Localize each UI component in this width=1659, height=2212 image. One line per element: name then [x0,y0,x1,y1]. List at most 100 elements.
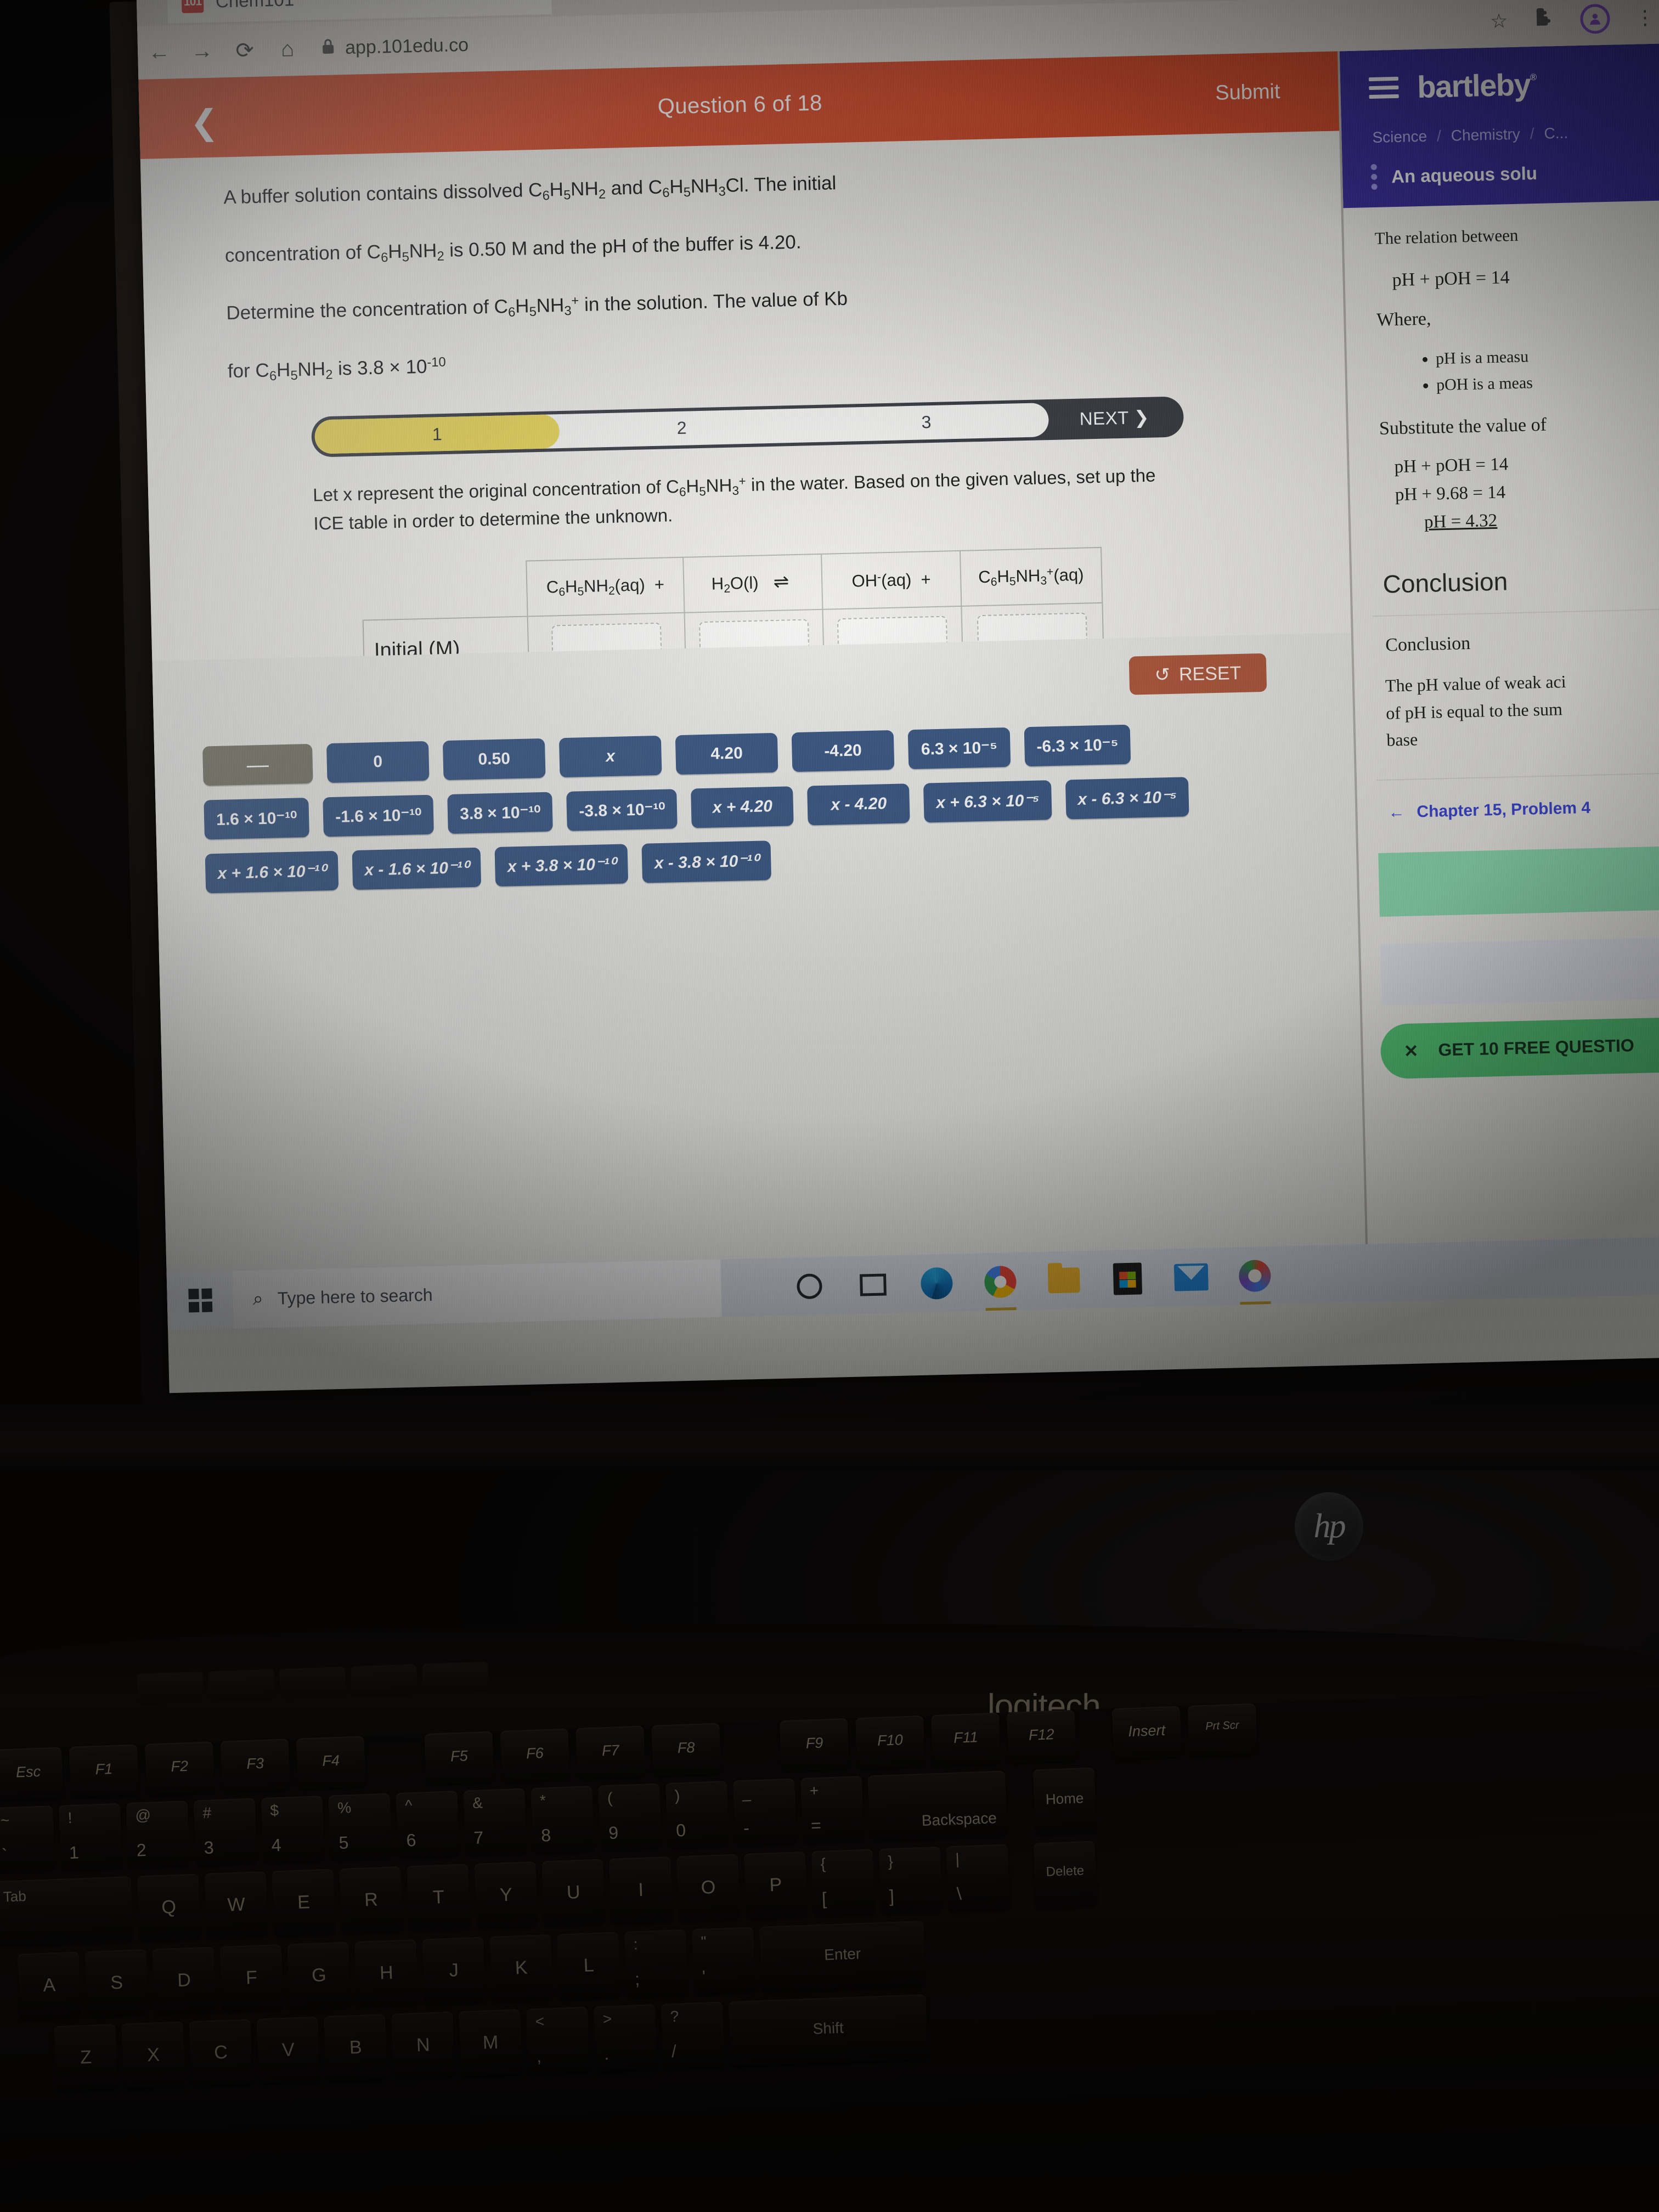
key-delete[interactable]: Delete [1033,1841,1097,1908]
key-tab[interactable]: Tab [0,1876,133,1946]
key-f11[interactable]: F11 [930,1712,1001,1766]
key-4[interactable]: $4 [261,1796,325,1863]
breadcrumb-item-truncated[interactable]: C... [1544,125,1568,143]
task-view-icon[interactable] [856,1267,890,1302]
answer-tile[interactable]: -3.8 × 10⁻¹⁰ [566,789,678,831]
key-3[interactable]: #3 [193,1798,257,1865]
get-free-questions-pill[interactable]: ✕ GET 10 FREE QUESTIO [1380,1017,1659,1079]
answer-tile[interactable]: x + 3.8 × 10⁻¹⁰ [494,844,629,887]
forward-icon[interactable]: → [180,38,224,64]
key-j[interactable]: J [422,1937,486,2004]
key-quote[interactable]: " ' [691,1927,756,1994]
step-1[interactable]: 1 [314,414,560,454]
answer-tile[interactable]: x + 6.3 × 10⁻⁵ [923,780,1052,823]
key-comma[interactable]: <, [526,2006,590,2074]
profile-avatar[interactable] [1579,3,1611,34]
taskbar-search-input[interactable]: ⌕ Type here to search [232,1259,722,1329]
key-bracket-right[interactable]: }] [878,1846,943,1914]
step-2[interactable]: 2 [559,415,804,441]
home-icon[interactable]: ⌂ [266,37,309,63]
google-meet-icon[interactable] [1238,1258,1272,1305]
url-input[interactable]: app.101edu.co [321,34,469,59]
close-icon[interactable]: ✕ [1403,1040,1419,1062]
key-print-screen[interactable]: Prt Scr [1187,1703,1257,1757]
key-slash[interactable]: ? / [661,2001,725,2069]
answer-tile[interactable]: -1.6 × 10⁻¹⁰ [323,794,435,837]
reload-icon[interactable]: ⟳ [223,37,267,64]
answer-tile[interactable]: x + 4.20 [691,786,794,828]
key-s[interactable]: S [84,1949,149,2017]
key-f7[interactable]: F7 [575,1725,646,1779]
start-button[interactable] [167,1288,233,1313]
step-3[interactable]: 3 [804,409,1049,435]
key-f8[interactable]: F8 [651,1723,721,1776]
key-backspace[interactable]: Backspace [867,1770,1007,1841]
key-c[interactable]: C [189,2019,253,2086]
key-f3[interactable]: F3 [220,1739,290,1792]
answer-tile[interactable]: x - 4.20 [807,783,911,826]
key-l[interactable]: L [557,1932,621,1999]
key-bracket-left[interactable]: {[ [811,1849,876,1916]
key-esc[interactable]: Esc [0,1747,64,1800]
edge-icon[interactable] [919,1266,954,1300]
key-k[interactable]: K [489,1934,554,2001]
key-f4[interactable]: F4 [296,1736,366,1789]
key-t[interactable]: T [407,1864,471,1931]
microsoft-store-icon[interactable] [1110,1261,1145,1296]
key-f[interactable]: F [219,1944,284,2012]
file-explorer-icon[interactable] [1047,1263,1081,1297]
key-8[interactable]: * 8 [531,1786,595,1853]
answer-tile[interactable]: x - 3.8 × 10⁻¹⁰ [641,840,771,883]
back-icon[interactable]: ← [138,40,181,65]
key-5[interactable]: % 5 [328,1793,392,1860]
key-f9[interactable]: F9 [780,1718,850,1771]
answer-tile[interactable]: 0 [326,741,430,783]
key-f2[interactable]: F2 [144,1741,215,1795]
key-insert[interactable]: Insert [1111,1706,1182,1759]
extensions-puzzle-icon[interactable] [1533,6,1555,33]
answer-tile[interactable]: 1.6 × 10⁻¹⁰ [204,798,310,840]
key-f5[interactable]: F5 [424,1731,494,1785]
bookmark-star-icon[interactable]: ☆ [1490,9,1508,33]
key-enter[interactable]: Enter [759,1921,926,1991]
key-w[interactable]: W [204,1871,268,1938]
key-1[interactable]: ! 1 [58,1803,123,1870]
key-g[interactable]: G [287,1942,351,2009]
answer-tile[interactable]: x [558,735,662,778]
key-f10[interactable]: F10 [855,1715,926,1769]
key-u[interactable]: U [541,1859,606,1926]
mail-icon[interactable] [1174,1260,1209,1294]
key-h[interactable]: H [354,1939,419,2007]
answer-tile[interactable]: 3.8 × 10⁻¹⁰ [447,792,554,834]
key-backslash[interactable]: | \ [946,1844,1010,1911]
answer-tile[interactable]: 6.3 × 10⁻⁵ [907,727,1011,770]
key-o[interactable]: O [676,1854,741,1921]
breadcrumb-item-science[interactable]: Science [1372,128,1427,146]
key-r[interactable]: R [339,1866,403,1933]
key-q[interactable]: Q [137,1874,201,1941]
browser-menu-icon[interactable]: ⋮ [1635,5,1655,29]
chrome-icon[interactable] [983,1264,1018,1311]
key-minus[interactable]: _ - [732,1778,797,1846]
close-tab-icon[interactable]: ✕ [515,0,531,2]
chapter-back-link[interactable]: ← Chapter 15, Problem 4 [1357,774,1659,823]
answer-tile[interactable]: x - 1.6 × 10⁻¹⁰ [352,847,482,890]
answer-tile-dash[interactable]: — [202,743,313,786]
key-2[interactable]: @2 [126,1801,190,1868]
key-f12[interactable]: F12 [1006,1709,1077,1763]
key-y[interactable]: Y [474,1861,538,1928]
key-f1[interactable]: F1 [69,1744,139,1797]
key-equals[interactable]: + = [800,1776,865,1843]
key-e[interactable]: E [272,1869,336,1936]
promo-banner-green[interactable] [1378,846,1659,917]
kebab-menu-icon[interactable] [1370,163,1378,190]
breadcrumb-item-chemistry[interactable]: Chemistry [1451,126,1520,145]
answer-tile[interactable]: x + 1.6 × 10⁻¹⁰ [205,850,339,894]
key-z[interactable]: Z [54,2024,118,2091]
key-shift-right[interactable]: Shift [728,1994,928,2067]
reset-button[interactable]: ↺ RESET [1128,653,1267,695]
key-v[interactable]: V [256,2016,320,2084]
chem101-back-icon[interactable]: ❮ [189,102,219,143]
cortana-icon[interactable] [792,1269,827,1304]
answer-tile[interactable]: -4.20 [791,730,895,772]
